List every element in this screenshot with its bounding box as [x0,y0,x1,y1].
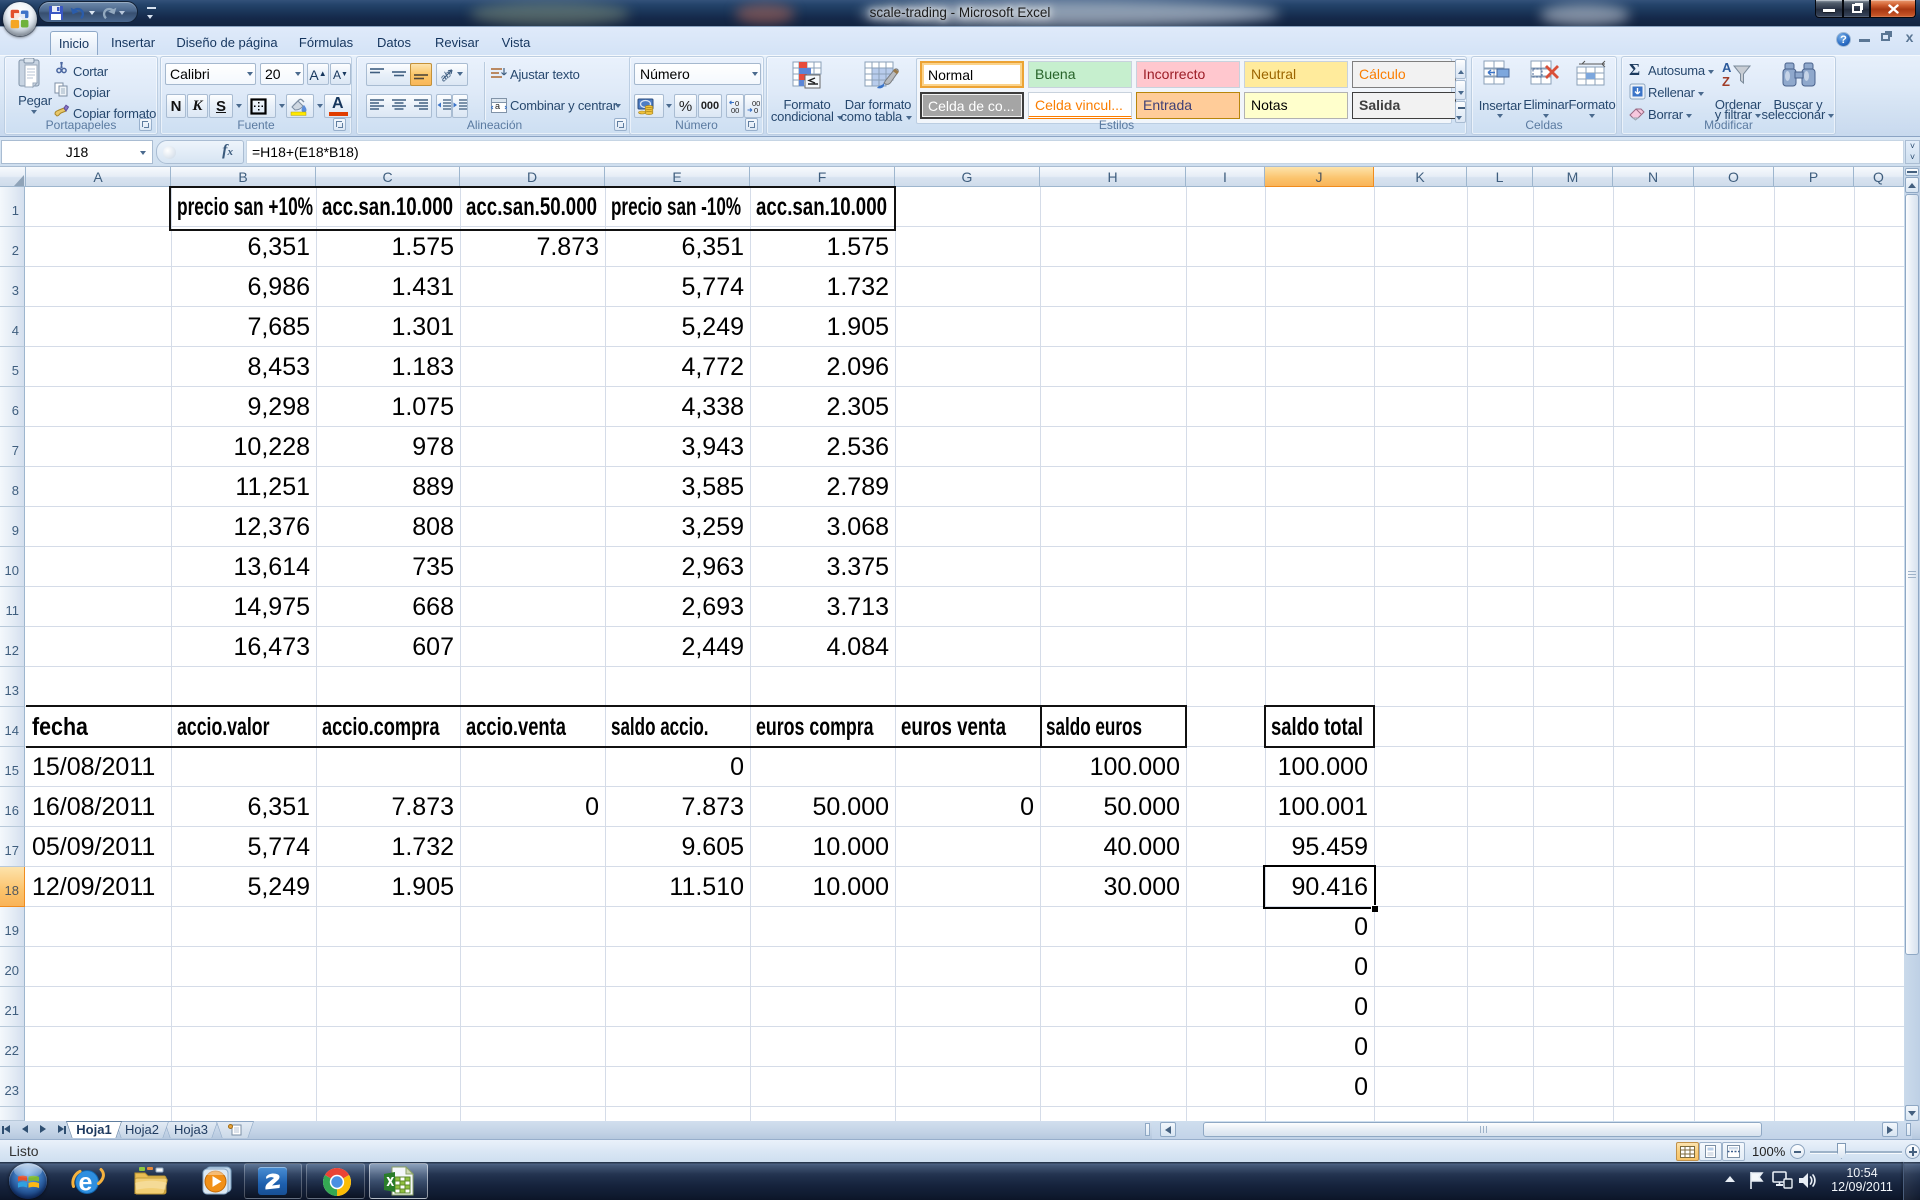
svg-text:Z: Z [1722,74,1730,89]
svg-text:a: a [495,101,500,111]
svg-text:e: e [79,1169,93,1197]
svg-text:00: 00 [731,106,739,115]
svg-text:0: 0 [754,106,758,115]
svg-text:A: A [1722,60,1732,75]
